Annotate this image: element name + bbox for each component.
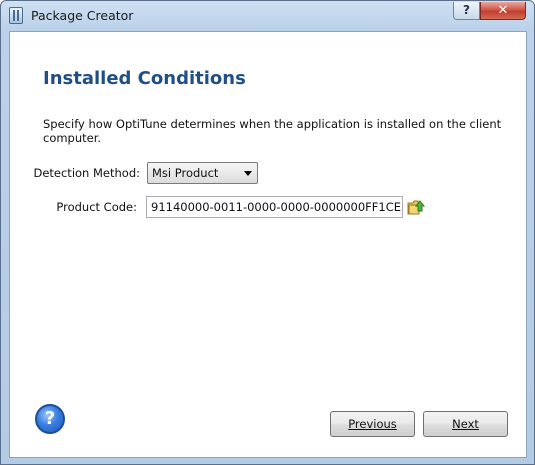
detection-method-select[interactable]: Msi Product — [147, 162, 258, 184]
next-button[interactable]: Next — [423, 411, 508, 437]
package-creator-window: Package Creator ? ✕ Installed Conditions… — [0, 0, 535, 465]
wizard-page: Installed Conditions Specify how OptiTun… — [9, 31, 527, 458]
detection-method-label: Detection Method: — [33, 166, 140, 180]
detection-method-value: Msi Product — [152, 166, 219, 180]
app-icon — [9, 7, 23, 24]
product-code-input[interactable]: 91140000-0011-0000-0000-0000000FF1CE — [146, 196, 403, 218]
previous-label: Previous — [348, 417, 397, 431]
previous-button[interactable]: Previous — [330, 411, 415, 437]
window-title: Package Creator — [31, 8, 134, 23]
close-button[interactable]: ✕ — [480, 2, 526, 20]
next-label: Next — [452, 417, 479, 431]
help-title-button[interactable]: ? — [453, 2, 480, 20]
page-description: Specify how OptiTune determines when the… — [43, 117, 502, 145]
dropdown-arrow-icon — [244, 171, 252, 176]
help-icon[interactable]: ? — [35, 404, 65, 434]
page-title: Installed Conditions — [43, 68, 246, 89]
product-code-label: Product Code: — [56, 200, 137, 214]
browse-folder-arrow-icon[interactable] — [407, 198, 425, 216]
title-bar[interactable]: Package Creator ? ✕ — [1, 1, 534, 31]
